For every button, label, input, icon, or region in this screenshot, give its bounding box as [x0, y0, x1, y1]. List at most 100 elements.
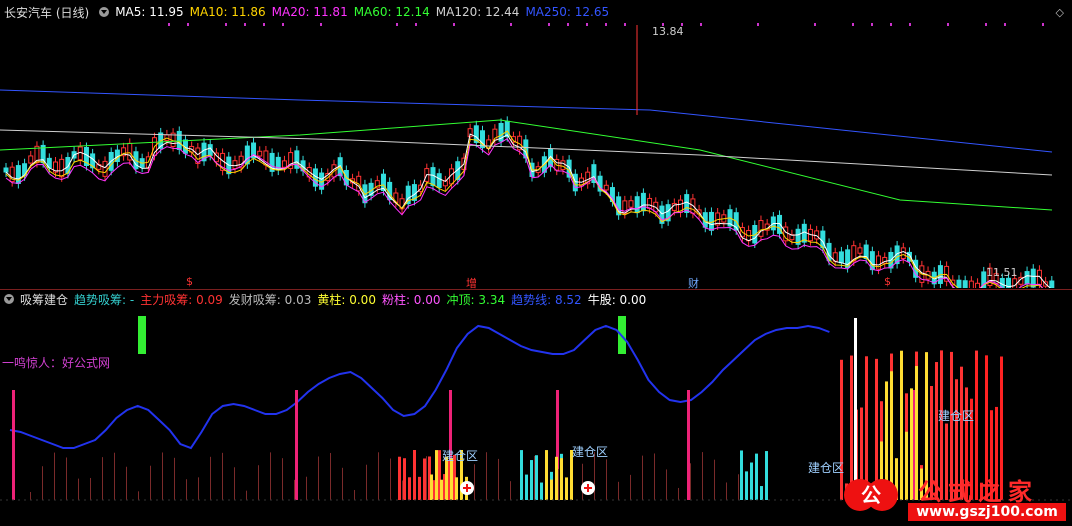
marker-dot [814, 23, 816, 26]
zone-label: 建仓区 [938, 407, 974, 424]
indicator-bar [540, 483, 543, 500]
dotted-bar [186, 479, 187, 500]
marker-dot [757, 23, 759, 26]
indicator-legend-item: 主力吸筹: 0.09 [140, 293, 223, 307]
dotted-bar [426, 456, 427, 500]
candle-body [858, 248, 862, 253]
indicator-legend-item: 趋势吸筹: - [74, 293, 134, 307]
candle-body [759, 221, 763, 237]
indicator-bar [760, 486, 763, 500]
collapse-icon[interactable]: ◇ [1056, 6, 1064, 19]
event-marker[interactable]: 财 [688, 275, 699, 291]
dotted-bar [366, 465, 367, 500]
indicator-legend-item: 发财吸筹: 0.03 [229, 293, 312, 307]
candle-body [4, 168, 8, 172]
marker-dot [282, 23, 284, 26]
dotted-bar [174, 458, 175, 500]
ma-legend-item: MA250: 12.65 [525, 5, 609, 19]
indicator-bar [745, 471, 748, 500]
candle-body [976, 283, 980, 288]
marker-dot [985, 23, 987, 26]
dotted-bar [654, 453, 655, 500]
dotted-bar [234, 467, 235, 500]
dotted-bar [402, 481, 403, 500]
event-marker[interactable]: $ [186, 275, 193, 288]
indicator-bar [755, 454, 758, 500]
ma60-line [0, 120, 1052, 210]
candle-body [1013, 279, 1017, 288]
dotted-bar [270, 452, 271, 500]
candle-body [282, 161, 286, 167]
marker-dot [187, 23, 189, 26]
marker-dot [871, 23, 873, 26]
indicator-bar [530, 460, 533, 500]
marker-dot [605, 23, 607, 26]
watermark-badge-icon: 公 [842, 470, 900, 520]
marker-dot [586, 23, 588, 26]
dotted-bar [198, 477, 199, 500]
dotted-bar [582, 464, 583, 500]
indicator-bar [408, 477, 411, 500]
watermark-title: 公式之家 [918, 472, 1038, 507]
candle-body [648, 198, 652, 208]
marker-dot [415, 23, 417, 26]
dotted-bar [630, 475, 631, 500]
indicator-bar [413, 450, 416, 500]
dotted-bar [474, 464, 475, 500]
dotted-bar [162, 452, 163, 500]
candle-body [957, 280, 961, 288]
marker-dot [225, 23, 227, 26]
zone-label: 建仓区 [572, 443, 608, 460]
ma-legend: MA5: 11.95 MA10: 11.86 MA20: 11.81 MA60: 12… [115, 5, 615, 19]
indicator-bar [740, 450, 743, 500]
candle-body [60, 159, 64, 176]
dotted-bar [90, 478, 91, 500]
candle-body [431, 168, 435, 186]
indicator-legend-item: 冲顶: 3.34 [447, 293, 506, 307]
candle-body [437, 174, 441, 188]
ma-legend-item: MA120: 12.44 [436, 5, 520, 19]
dotted-bar [486, 452, 487, 500]
candle-body [641, 193, 645, 210]
signal-bar [138, 316, 146, 354]
candle-body [103, 161, 107, 176]
indicator-chart[interactable] [0, 310, 1072, 526]
trend-line [10, 326, 829, 448]
stock-title: 长安汽车 (日线) [4, 4, 89, 21]
candle-body [29, 156, 33, 163]
indicator-bar [900, 351, 903, 500]
indicator-menu-icon[interactable] [4, 294, 14, 304]
dotted-bar [738, 474, 739, 500]
indicator-bar [555, 457, 558, 500]
marker-dot [947, 23, 949, 26]
dotted-bar [618, 482, 619, 500]
event-marker[interactable]: $ [884, 275, 891, 288]
indicator-header: 吸筹建仓 趋势吸筹: - 主力吸筹: 0.09 发财吸筹: 0.03 黄柱: 0.00… [0, 291, 1072, 307]
ma-legend-item: MA60: 12.14 [354, 5, 430, 19]
indicator-legend-item: 趋势线: 8.52 [511, 293, 582, 307]
candle-body [16, 166, 20, 184]
marker-dot [852, 23, 854, 26]
dotted-bar [210, 457, 211, 500]
candle-body [177, 131, 181, 149]
dotted-bar [558, 469, 559, 500]
candle-body [839, 252, 843, 263]
pink-pillar [295, 390, 298, 500]
indicator-bar [765, 451, 768, 500]
candle-body [629, 201, 633, 207]
dotted-bar [642, 456, 643, 500]
event-marker[interactable]: 增 [466, 275, 477, 291]
marker-dot [1042, 23, 1044, 26]
candle-body [1025, 272, 1029, 284]
marker-dot [510, 23, 512, 26]
marker-dot [1004, 23, 1006, 26]
marker-dot [320, 23, 322, 26]
zone-label: 建仓区 [808, 459, 844, 476]
candlestick-chart[interactable] [0, 20, 1072, 288]
dropdown-icon[interactable] [99, 7, 109, 17]
dotted-bar [666, 469, 667, 500]
dotted-bar [294, 480, 295, 500]
marker-dot [244, 23, 246, 26]
candle-body [969, 281, 973, 288]
dotted-bar [246, 491, 247, 500]
